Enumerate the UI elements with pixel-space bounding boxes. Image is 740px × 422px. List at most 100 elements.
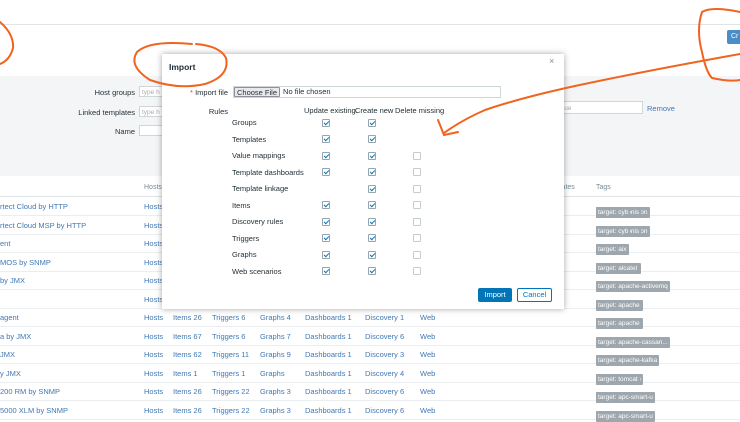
items-link[interactable]: Items 62 [173, 350, 202, 359]
host-groups-input[interactable]: type h [139, 86, 163, 97]
checkbox-checked-icon[interactable] [322, 135, 330, 143]
checkbox-checked-icon[interactable] [322, 217, 330, 226]
hosts-link[interactable]: Hosts [144, 332, 163, 341]
template-name-link[interactable]: 5000 XLM by SNMP [0, 406, 68, 415]
discovery-link[interactable]: Discovery 4 [365, 369, 404, 378]
checkbox-checked-icon[interactable] [322, 250, 330, 259]
template-name-link[interactable]: rtect Cloud MSP by HTTP [0, 221, 86, 230]
checkbox-checked-icon[interactable] [322, 267, 330, 275]
graphs-link[interactable]: Graphs [260, 369, 285, 378]
hosts-link[interactable]: Hosts [144, 313, 163, 322]
checkbox-unchecked-icon[interactable] [413, 217, 421, 226]
import-file-input[interactable]: Choose File No file chosen [233, 86, 501, 98]
tag-badge[interactable]: target: apc-smart-u [596, 410, 655, 422]
template-name-link[interactable]: 200 RM by SNMP [0, 387, 60, 396]
checkbox-unchecked-icon[interactable] [413, 168, 421, 176]
checkbox-unchecked-icon[interactable] [413, 184, 421, 193]
template-name-link[interactable]: y JMX [0, 369, 21, 378]
triggers-link[interactable]: Triggers 22 [212, 387, 250, 396]
name-input[interactable] [139, 125, 163, 136]
checkbox-checked-icon[interactable] [322, 234, 330, 242]
items-link[interactable]: Items 26 [173, 387, 202, 396]
template-name-link[interactable]: rtect Cloud by HTTP [0, 202, 68, 211]
discovery-link[interactable]: Discovery 6 [365, 387, 404, 396]
items-link[interactable]: Items 1 [173, 369, 198, 378]
remove-tag-link[interactable]: Remove [647, 104, 675, 113]
linked-templates-input[interactable]: type h [139, 106, 163, 117]
discovery-link[interactable]: Discovery 6 [365, 406, 404, 415]
rule-label: Template linkage [232, 184, 289, 193]
dashboards-link[interactable]: Dashboards 1 [305, 313, 352, 322]
dashboards-link[interactable]: Dashboards 1 [305, 406, 352, 415]
checkbox-checked-icon[interactable] [368, 135, 376, 143]
template-name-link[interactable]: MOS by SNMP [0, 258, 51, 267]
items-link[interactable]: Items 67 [173, 332, 202, 341]
checkbox-checked-icon[interactable] [368, 250, 376, 259]
triggers-link[interactable]: Triggers 1 [212, 369, 245, 378]
choose-file-button[interactable]: Choose File [234, 87, 281, 97]
cancel-button[interactable]: Cancel [517, 288, 552, 302]
hosts-link[interactable]: Hosts [144, 295, 163, 304]
checkbox-unchecked-icon[interactable] [413, 151, 421, 160]
triggers-link[interactable]: Triggers 11 [212, 350, 249, 359]
template-name-link[interactable]: agent [0, 313, 19, 322]
checkbox-unchecked-icon[interactable] [413, 267, 421, 275]
close-icon[interactable]: × [549, 56, 554, 66]
template-name-link[interactable]: JMX [0, 350, 15, 359]
template-name-link[interactable]: ent [0, 239, 10, 248]
template-name-link[interactable]: by JMX [0, 276, 25, 285]
web-link[interactable]: Web [420, 332, 435, 341]
graphs-link[interactable]: Graphs 3 [260, 406, 291, 415]
discovery-link[interactable]: Discovery 1 [365, 313, 404, 322]
hosts-link[interactable]: Hosts [144, 406, 163, 415]
import-button[interactable]: Import [478, 288, 512, 302]
checkbox-checked-icon[interactable] [368, 234, 376, 242]
hosts-link[interactable]: Hosts [144, 369, 163, 378]
checkbox-checked-icon[interactable] [368, 201, 376, 209]
checkbox-checked-icon[interactable] [322, 118, 330, 127]
hosts-link[interactable]: Hosts [144, 202, 163, 211]
web-link[interactable]: Web [420, 387, 435, 396]
graphs-link[interactable]: Graphs 7 [260, 332, 291, 341]
col-hosts-header[interactable]: Hosts [144, 184, 162, 191]
checkbox-checked-icon[interactable] [368, 217, 376, 226]
hosts-link[interactable]: Hosts [144, 239, 163, 248]
hosts-link[interactable]: Hosts [144, 258, 163, 267]
hosts-link[interactable]: Hosts [144, 387, 163, 396]
discovery-link[interactable]: Discovery 6 [365, 332, 404, 341]
hosts-link[interactable]: Hosts [144, 221, 163, 230]
dashboards-link[interactable]: Dashboards 1 [305, 332, 352, 341]
triggers-link[interactable]: Triggers 6 [212, 313, 245, 322]
graphs-link[interactable]: Graphs 9 [260, 350, 291, 359]
dashboards-link[interactable]: Dashboards 1 [305, 350, 352, 359]
checkbox-checked-icon[interactable] [368, 184, 376, 193]
items-link[interactable]: Items 26 [173, 406, 202, 415]
checkbox-checked-icon[interactable] [368, 151, 376, 160]
checkbox-checked-icon[interactable] [322, 168, 330, 176]
triggers-link[interactable]: Triggers 6 [212, 332, 245, 341]
dashboards-link[interactable]: Dashboards 1 [305, 387, 352, 396]
web-link[interactable]: Web [420, 369, 435, 378]
hosts-link[interactable]: Hosts [144, 350, 163, 359]
graphs-link[interactable]: Graphs 4 [260, 313, 291, 322]
tag-value-input[interactable]: value [553, 101, 643, 114]
triggers-link[interactable]: Triggers 22 [212, 406, 250, 415]
discovery-link[interactable]: Discovery 3 [365, 350, 404, 359]
checkbox-checked-icon[interactable] [368, 118, 376, 127]
checkbox-unchecked-icon[interactable] [413, 234, 421, 242]
web-link[interactable]: Web [420, 406, 435, 415]
checkbox-checked-icon[interactable] [368, 168, 376, 176]
web-link[interactable]: Web [420, 350, 435, 359]
checkbox-checked-icon[interactable] [322, 201, 330, 209]
checkbox-unchecked-icon[interactable] [413, 250, 421, 259]
checkbox-checked-icon[interactable] [322, 151, 330, 160]
dashboards-link[interactable]: Dashboards 1 [305, 369, 352, 378]
checkbox-unchecked-icon[interactable] [413, 201, 421, 209]
graphs-link[interactable]: Graphs 3 [260, 387, 291, 396]
template-name-link[interactable]: a by JMX [0, 332, 31, 341]
create-template-button[interactable]: Cr [727, 30, 740, 44]
hosts-link[interactable]: Hosts [144, 276, 163, 285]
checkbox-checked-icon[interactable] [368, 267, 376, 275]
web-link[interactable]: Web [420, 313, 435, 322]
items-link[interactable]: Items 26 [173, 313, 202, 322]
